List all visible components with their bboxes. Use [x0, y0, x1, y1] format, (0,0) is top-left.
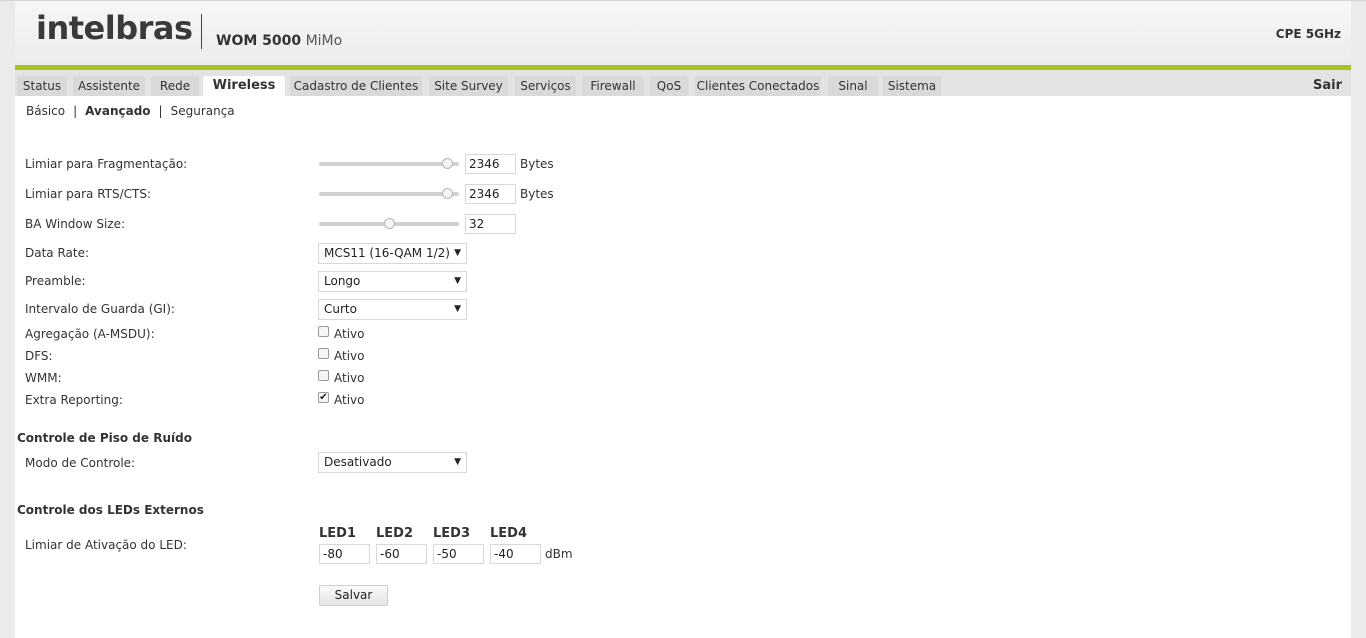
tab-clientes-conectados[interactable]: Clientes Conectados — [695, 76, 821, 96]
led3-header: LED3 — [433, 526, 471, 541]
slider-handle[interactable] — [384, 218, 395, 229]
model-name-bold: WOM 5000 — [216, 33, 302, 49]
control-mode-value: Desativado — [324, 455, 392, 469]
led3-input[interactable]: -50 — [433, 544, 484, 564]
aggregation-checkbox[interactable] — [318, 326, 329, 337]
intelbras-logo: intelbras — [36, 9, 193, 47]
dropdown-arrow-icon: ▼ — [454, 276, 461, 286]
subnav-basico[interactable]: Básico — [26, 104, 65, 118]
sub-nav: Básico | Avançado | Segurança — [26, 104, 235, 118]
data-rate-value: MCS11 (16-QAM 1/2) — [324, 246, 450, 260]
led1-input[interactable]: -80 — [319, 544, 370, 564]
dfs-label: DFS: — [25, 349, 53, 363]
led-unit: dBm — [545, 547, 573, 561]
wmm-checkbox[interactable] — [318, 370, 329, 381]
fragmentation-input[interactable]: 2346 — [465, 154, 516, 174]
logout-link[interactable]: Sair — [1313, 78, 1342, 93]
wmm-option: Ativo — [334, 371, 365, 385]
data-rate-label: Data Rate: — [25, 246, 90, 260]
slider-track — [319, 162, 459, 166]
tab-status[interactable]: Status — [17, 76, 67, 96]
rts-cts-slider[interactable] — [319, 188, 459, 200]
model-name: WOM 5000 MiMo — [216, 33, 342, 49]
rts-cts-input[interactable]: 2346 — [465, 184, 516, 204]
slider-handle[interactable] — [442, 188, 453, 199]
guard-interval-value: Curto — [324, 302, 357, 316]
fragmentation-unit: Bytes — [520, 157, 554, 171]
control-mode-select[interactable]: Desativado ▼ — [318, 452, 467, 473]
led2-input[interactable]: -60 — [376, 544, 427, 564]
data-rate-select[interactable]: MCS11 (16-QAM 1/2) ▼ — [318, 243, 467, 264]
tab-wireless[interactable]: Wireless — [203, 76, 285, 96]
tab-sinal[interactable]: Sinal — [828, 76, 878, 96]
led-threshold-label: Limiar de Ativação do LED: — [25, 538, 187, 552]
subnav-seguranca[interactable]: Segurança — [171, 104, 235, 118]
slider-track — [319, 192, 459, 196]
header: intelbras WOM 5000 MiMo CPE 5GHz — [15, 1, 1351, 65]
led4-input[interactable]: -40 — [490, 544, 541, 564]
device-type: CPE 5GHz — [1275, 27, 1341, 41]
tab-site-survey[interactable]: Site Survey — [429, 76, 508, 96]
guard-interval-select[interactable]: Curto ▼ — [318, 299, 467, 320]
extra-reporting-label: Extra Reporting: — [25, 393, 123, 407]
logo-divider — [201, 14, 202, 49]
preamble-label: Preamble: — [25, 274, 86, 288]
subnav-separator: | — [73, 104, 78, 118]
noise-floor-title: Controle de Piso de Ruído — [17, 431, 192, 445]
slider-handle[interactable] — [442, 158, 453, 169]
led2-header: LED2 — [376, 526, 414, 541]
aggregation-label: Agregação (A-MSDU): — [25, 327, 155, 341]
preamble-value: Longo — [324, 274, 361, 288]
content-panel: Básico | Avançado | Segurança Limiar para Fr… — [15, 96, 1351, 638]
tab-firewall[interactable]: Firewall — [582, 76, 644, 96]
preamble-select[interactable]: Longo ▼ — [318, 271, 467, 292]
leds-title: Controle dos LEDs Externos — [17, 503, 204, 517]
aggregation-option: Ativo — [334, 327, 365, 341]
ba-window-slider[interactable] — [319, 218, 459, 230]
fragmentation-slider[interactable] — [319, 158, 459, 170]
subnav-separator: | — [158, 104, 163, 118]
tab-sistema[interactable]: Sistema — [883, 76, 941, 96]
ba-window-input[interactable]: 32 — [465, 214, 516, 234]
fragmentation-label: Limiar para Fragmentação: — [25, 157, 188, 171]
tab-cadastro-clientes[interactable]: Cadastro de Clientes — [290, 76, 422, 96]
tab-qos[interactable]: QoS — [650, 76, 688, 96]
tab-servicos[interactable]: Serviços — [515, 76, 576, 96]
rts-cts-unit: Bytes — [520, 187, 554, 201]
guard-interval-label: Intervalo de Guarda (GI): — [25, 302, 175, 316]
dropdown-arrow-icon: ▼ — [454, 457, 461, 467]
main-nav: Status Assistente Rede Wireless Cadastro… — [15, 70, 1351, 96]
control-mode-label: Modo de Controle: — [25, 456, 136, 470]
dropdown-arrow-icon: ▼ — [454, 248, 461, 258]
dfs-option: Ativo — [334, 349, 365, 363]
extra-reporting-checkbox[interactable]: ✔ — [318, 392, 329, 403]
tab-rede[interactable]: Rede — [151, 76, 199, 96]
subnav-avancado[interactable]: Avançado — [85, 104, 150, 118]
model-name-suffix: MiMo — [305, 33, 343, 49]
dfs-checkbox[interactable] — [318, 348, 329, 359]
wmm-label: WMM: — [25, 371, 62, 385]
led4-header: LED4 — [490, 526, 528, 541]
tab-assistente[interactable]: Assistente — [73, 76, 145, 96]
ba-window-label: BA Window Size: — [25, 217, 126, 231]
extra-reporting-option: Ativo — [334, 393, 365, 407]
save-button[interactable]: Salvar — [319, 585, 388, 606]
dropdown-arrow-icon: ▼ — [454, 304, 461, 314]
rts-cts-label: Limiar para RTS/CTS: — [25, 187, 152, 201]
led1-header: LED1 — [319, 526, 357, 541]
